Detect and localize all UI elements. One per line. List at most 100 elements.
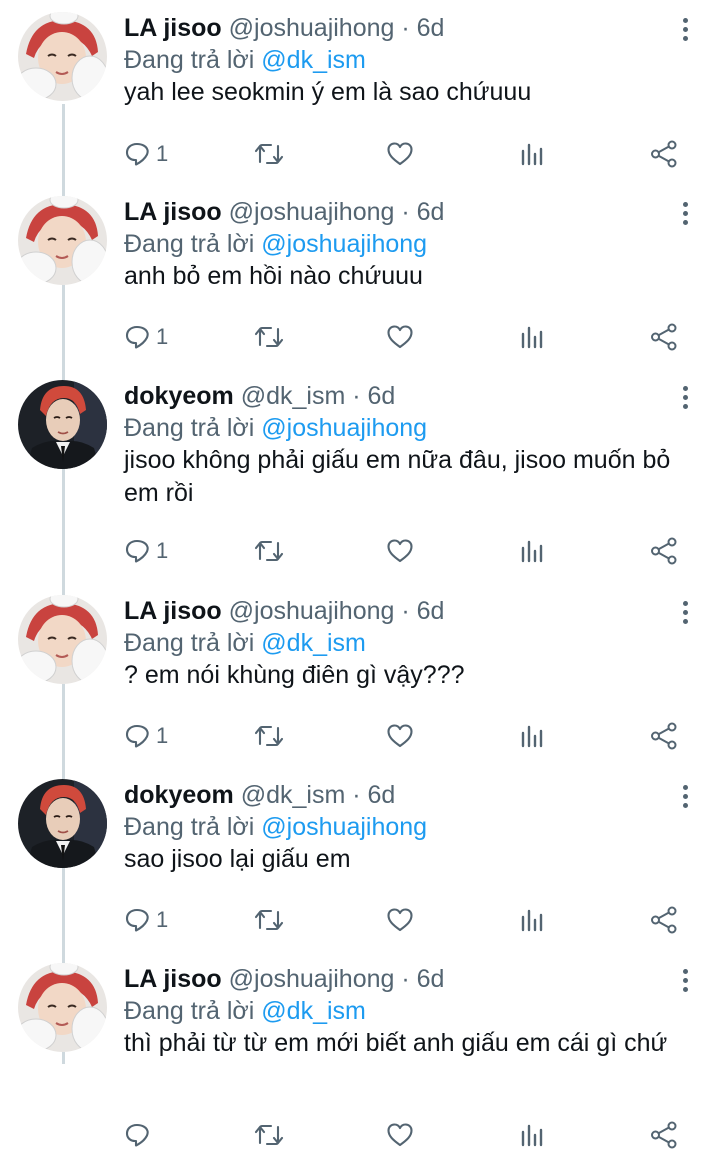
retweet-button[interactable] <box>254 531 284 571</box>
reply-count: 1 <box>156 723 169 748</box>
avatar[interactable] <box>18 963 107 1052</box>
timestamp[interactable]: 6d <box>368 781 396 809</box>
username[interactable]: @dk_ism <box>241 781 346 809</box>
timestamp[interactable]: 6d <box>368 382 396 410</box>
analytics-icon <box>521 540 543 563</box>
more-options-icon[interactable] <box>678 601 692 625</box>
reply-button[interactable]: 1 <box>124 531 168 571</box>
separator-dot: · <box>401 198 410 226</box>
tweet-actions: 1 <box>0 317 720 357</box>
heart-icon <box>387 325 413 349</box>
heart-icon <box>387 724 413 748</box>
separator-dot: · <box>401 965 410 993</box>
share-icon <box>651 1121 677 1149</box>
replying-to-mention[interactable]: @dk_ism <box>261 629 366 657</box>
share-button[interactable] <box>650 716 678 756</box>
separator-dot: · <box>401 597 410 625</box>
retweet-button[interactable] <box>254 134 284 174</box>
tweet-actions: 1 <box>0 900 720 940</box>
analytics-button[interactable] <box>520 317 544 357</box>
tweet-text: sao jisoo lại giấu em <box>124 845 351 873</box>
replying-to-mention[interactable]: @joshuajihong <box>261 813 427 841</box>
separator-dot: · <box>352 382 361 410</box>
more-options-icon[interactable] <box>678 969 692 993</box>
avatar[interactable] <box>18 779 107 868</box>
separator-dot: · <box>352 781 361 809</box>
avatar[interactable] <box>18 380 107 469</box>
replying-to: Đang trả lời @dk_ism <box>124 44 366 76</box>
more-options-icon[interactable] <box>678 18 692 42</box>
analytics-button[interactable] <box>520 531 544 571</box>
username[interactable]: @joshuajihong <box>229 198 395 226</box>
share-button[interactable] <box>650 900 678 940</box>
retweet-button[interactable] <box>254 716 284 756</box>
replying-to-mention[interactable]: @joshuajihong <box>261 230 427 258</box>
reply-button[interactable]: 1 <box>124 716 168 756</box>
analytics-icon <box>521 326 543 349</box>
heart-icon <box>387 539 413 563</box>
retweet-button[interactable] <box>254 900 284 940</box>
analytics-button[interactable] <box>520 1115 544 1155</box>
more-options-icon[interactable] <box>678 386 692 410</box>
avatar[interactable] <box>18 12 107 101</box>
display-name[interactable]: LA jisoo <box>124 198 222 226</box>
timestamp[interactable]: 6d <box>417 597 445 625</box>
display-name[interactable]: dokyeom <box>124 781 234 809</box>
share-icon <box>651 537 677 565</box>
timestamp[interactable]: 6d <box>417 198 445 226</box>
username[interactable]: @dk_ism <box>241 382 346 410</box>
retweet-button[interactable] <box>254 1115 284 1155</box>
display-name[interactable]: LA jisoo <box>124 597 222 625</box>
tweet-text: thì phải từ từ em mới biết anh giấu em c… <box>124 1029 668 1057</box>
share-button[interactable] <box>650 531 678 571</box>
analytics-button[interactable] <box>520 134 544 174</box>
more-options-icon[interactable] <box>678 785 692 809</box>
share-icon <box>651 140 677 168</box>
reply-icon <box>125 325 149 349</box>
reply-button[interactable] <box>124 1115 156 1155</box>
analytics-button[interactable] <box>520 900 544 940</box>
reply-count: 1 <box>156 324 169 349</box>
reply-button[interactable]: 1 <box>124 317 168 357</box>
tweet-header: LA jisoo @joshuajihong · 6d <box>124 963 444 995</box>
display-name[interactable]: LA jisoo <box>124 965 222 993</box>
avatar[interactable] <box>18 196 107 285</box>
replying-to-label: Đang trả lời <box>124 629 255 657</box>
analytics-icon <box>521 909 543 932</box>
like-button[interactable] <box>386 716 414 756</box>
tweet-header: LA jisoo @joshuajihong · 6d <box>124 12 444 44</box>
replying-to-mention[interactable]: @dk_ism <box>261 46 366 74</box>
tweet-actions <box>0 1115 720 1155</box>
analytics-button[interactable] <box>520 716 544 756</box>
reply-count: 1 <box>156 907 169 932</box>
analytics-icon <box>521 725 543 748</box>
username[interactable]: @joshuajihong <box>229 597 395 625</box>
display-name[interactable]: LA jisoo <box>124 14 222 42</box>
timestamp[interactable]: 6d <box>417 14 445 42</box>
timestamp[interactable]: 6d <box>417 965 445 993</box>
like-button[interactable] <box>386 531 414 571</box>
retweet-button[interactable] <box>254 317 284 357</box>
like-button[interactable] <box>386 317 414 357</box>
tweet-text: jisoo không phải giấu em nữa đâu, jisoo … <box>124 446 671 507</box>
reply-button[interactable]: 1 <box>124 900 168 940</box>
replying-to-mention[interactable]: @dk_ism <box>261 997 366 1025</box>
avatar[interactable] <box>18 595 107 684</box>
share-button[interactable] <box>650 317 678 357</box>
reply-count: 1 <box>156 141 169 166</box>
share-button[interactable] <box>650 134 678 174</box>
like-button[interactable] <box>386 900 414 940</box>
display-name[interactable]: dokyeom <box>124 382 234 410</box>
analytics-icon <box>521 143 543 166</box>
username[interactable]: @joshuajihong <box>229 965 395 993</box>
like-button[interactable] <box>386 1115 414 1155</box>
tweet-text: ? em nói khùng điên gì vậy??? <box>124 661 465 689</box>
tweet-text: anh bỏ em hồi nào chứuuu <box>124 262 423 290</box>
username[interactable]: @joshuajihong <box>229 14 395 42</box>
replying-to: Đang trả lời @joshuajihong <box>124 811 427 843</box>
share-button[interactable] <box>650 1115 678 1155</box>
reply-button[interactable]: 1 <box>124 134 168 174</box>
replying-to-mention[interactable]: @joshuajihong <box>261 414 427 442</box>
like-button[interactable] <box>386 134 414 174</box>
more-options-icon[interactable] <box>678 202 692 226</box>
